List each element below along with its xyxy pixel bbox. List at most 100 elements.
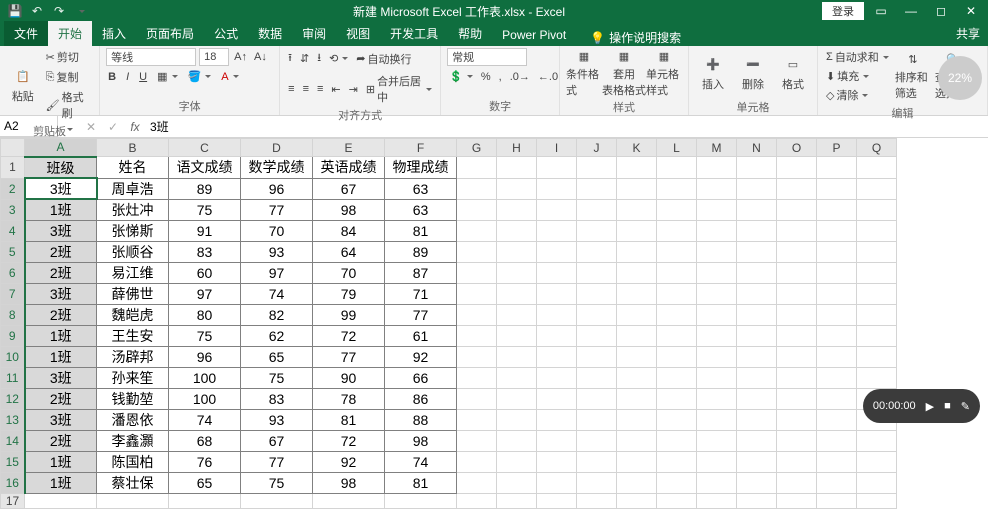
cell-9-B[interactable]: 王生安 (97, 325, 169, 346)
cell-15-M[interactable] (697, 451, 737, 472)
edit-icon[interactable]: ✎ (961, 400, 970, 413)
cell-2-F[interactable]: 63 (385, 178, 457, 199)
cell-6-J[interactable] (577, 262, 617, 283)
col-header-B[interactable]: B (97, 139, 169, 157)
font-name-select[interactable]: 等线 (106, 48, 196, 66)
cell-12-A[interactable]: 2班 (25, 388, 97, 409)
cell-15-K[interactable] (617, 451, 657, 472)
cell-11-L[interactable] (657, 367, 697, 388)
col-header-F[interactable]: F (385, 139, 457, 157)
redo-icon[interactable]: ↷ (50, 2, 68, 20)
cell-1-A[interactable]: 班级 (25, 157, 97, 179)
cell-17-C[interactable] (169, 493, 241, 508)
fx-icon[interactable]: fx (124, 120, 146, 134)
cell-16-I[interactable] (537, 472, 577, 493)
cell-15-O[interactable] (777, 451, 817, 472)
cell-14-C[interactable]: 68 (169, 430, 241, 451)
cell-14-H[interactable] (497, 430, 537, 451)
cell-5-G[interactable] (457, 241, 497, 262)
tab-review[interactable]: 审阅 (292, 21, 336, 46)
cell-7-F[interactable]: 71 (385, 283, 457, 304)
cell-8-N[interactable] (737, 304, 777, 325)
cell-11-H[interactable] (497, 367, 537, 388)
cell-8-G[interactable] (457, 304, 497, 325)
cell-10-I[interactable] (537, 346, 577, 367)
cell-17-D[interactable] (241, 493, 313, 508)
cell-9-H[interactable] (497, 325, 537, 346)
cell-5-Q[interactable] (857, 241, 897, 262)
cell-5-H[interactable] (497, 241, 537, 262)
cell-15-J[interactable] (577, 451, 617, 472)
cell-4-K[interactable] (617, 220, 657, 241)
cell-15-I[interactable] (537, 451, 577, 472)
cell-16-G[interactable] (457, 472, 497, 493)
cell-11-I[interactable] (537, 367, 577, 388)
format-cell-button[interactable]: ▭格式 (775, 48, 811, 98)
cell-3-Q[interactable] (857, 199, 897, 220)
autosum-button[interactable]: Σ 自动求和 (824, 48, 891, 66)
cell-4-P[interactable] (817, 220, 857, 241)
cell-12-N[interactable] (737, 388, 777, 409)
cell-10-D[interactable]: 65 (241, 346, 313, 367)
cell-14-B[interactable]: 李鑫灝 (97, 430, 169, 451)
col-header-E[interactable]: E (313, 139, 385, 157)
copy-button[interactable]: ⎘ 复制 (44, 68, 94, 86)
row-header-16[interactable]: 16 (1, 472, 25, 493)
cell-14-E[interactable]: 72 (313, 430, 385, 451)
cell-3-C[interactable]: 75 (169, 199, 241, 220)
cell-3-P[interactable] (817, 199, 857, 220)
col-header-D[interactable]: D (241, 139, 313, 157)
col-header-C[interactable]: C (169, 139, 241, 157)
cell-5-K[interactable] (617, 241, 657, 262)
cell-12-D[interactable]: 83 (241, 388, 313, 409)
cell-styles-button[interactable]: ▦单元格样式 (646, 48, 682, 98)
cell-13-D[interactable]: 93 (241, 409, 313, 430)
cell-1-H[interactable] (497, 157, 537, 179)
tab-data[interactable]: 数据 (248, 21, 292, 46)
cell-7-E[interactable]: 79 (313, 283, 385, 304)
cell-10-L[interactable] (657, 346, 697, 367)
cell-4-C[interactable]: 91 (169, 220, 241, 241)
login-button[interactable]: 登录 (822, 2, 864, 20)
cell-2-K[interactable] (617, 178, 657, 199)
cell-5-I[interactable] (537, 241, 577, 262)
font-size-select[interactable]: 18 (199, 48, 229, 66)
indent-dec-icon[interactable]: ⇤ (329, 72, 342, 106)
cell-17-F[interactable] (385, 493, 457, 508)
cell-1-E[interactable]: 英语成绩 (313, 157, 385, 179)
cell-3-D[interactable]: 77 (241, 199, 313, 220)
cell-16-A[interactable]: 1班 (25, 472, 97, 493)
cell-9-F[interactable]: 61 (385, 325, 457, 346)
cell-14-L[interactable] (657, 430, 697, 451)
cell-4-J[interactable] (577, 220, 617, 241)
cell-13-E[interactable]: 81 (313, 409, 385, 430)
cell-4-F[interactable]: 81 (385, 220, 457, 241)
row-header-3[interactable]: 3 (1, 199, 25, 220)
cell-13-L[interactable] (657, 409, 697, 430)
cell-15-P[interactable] (817, 451, 857, 472)
cell-4-A[interactable]: 3班 (25, 220, 97, 241)
cell-8-I[interactable] (537, 304, 577, 325)
increase-font-icon[interactable]: A↑ (232, 48, 249, 66)
cell-6-G[interactable] (457, 262, 497, 283)
cell-9-A[interactable]: 1班 (25, 325, 97, 346)
cell-8-E[interactable]: 99 (313, 304, 385, 325)
cell-13-A[interactable]: 3班 (25, 409, 97, 430)
indent-inc-icon[interactable]: ⇥ (347, 72, 360, 106)
cell-1-B[interactable]: 姓名 (97, 157, 169, 179)
cell-7-I[interactable] (537, 283, 577, 304)
cell-5-L[interactable] (657, 241, 697, 262)
tab-formulas[interactable]: 公式 (204, 21, 248, 46)
cell-11-G[interactable] (457, 367, 497, 388)
cell-11-B[interactable]: 孙来笙 (97, 367, 169, 388)
cell-12-K[interactable] (617, 388, 657, 409)
cell-1-M[interactable] (697, 157, 737, 179)
font-color-icon[interactable]: A (219, 69, 240, 84)
cell-13-B[interactable]: 潘恩依 (97, 409, 169, 430)
cell-6-Q[interactable] (857, 262, 897, 283)
merge-center-button[interactable]: ⊞ 合并后居中 (364, 72, 434, 106)
cell-7-D[interactable]: 74 (241, 283, 313, 304)
cell-6-K[interactable] (617, 262, 657, 283)
cell-17-O[interactable] (777, 493, 817, 508)
paste-button[interactable]: 📋 粘贴 (6, 60, 40, 110)
